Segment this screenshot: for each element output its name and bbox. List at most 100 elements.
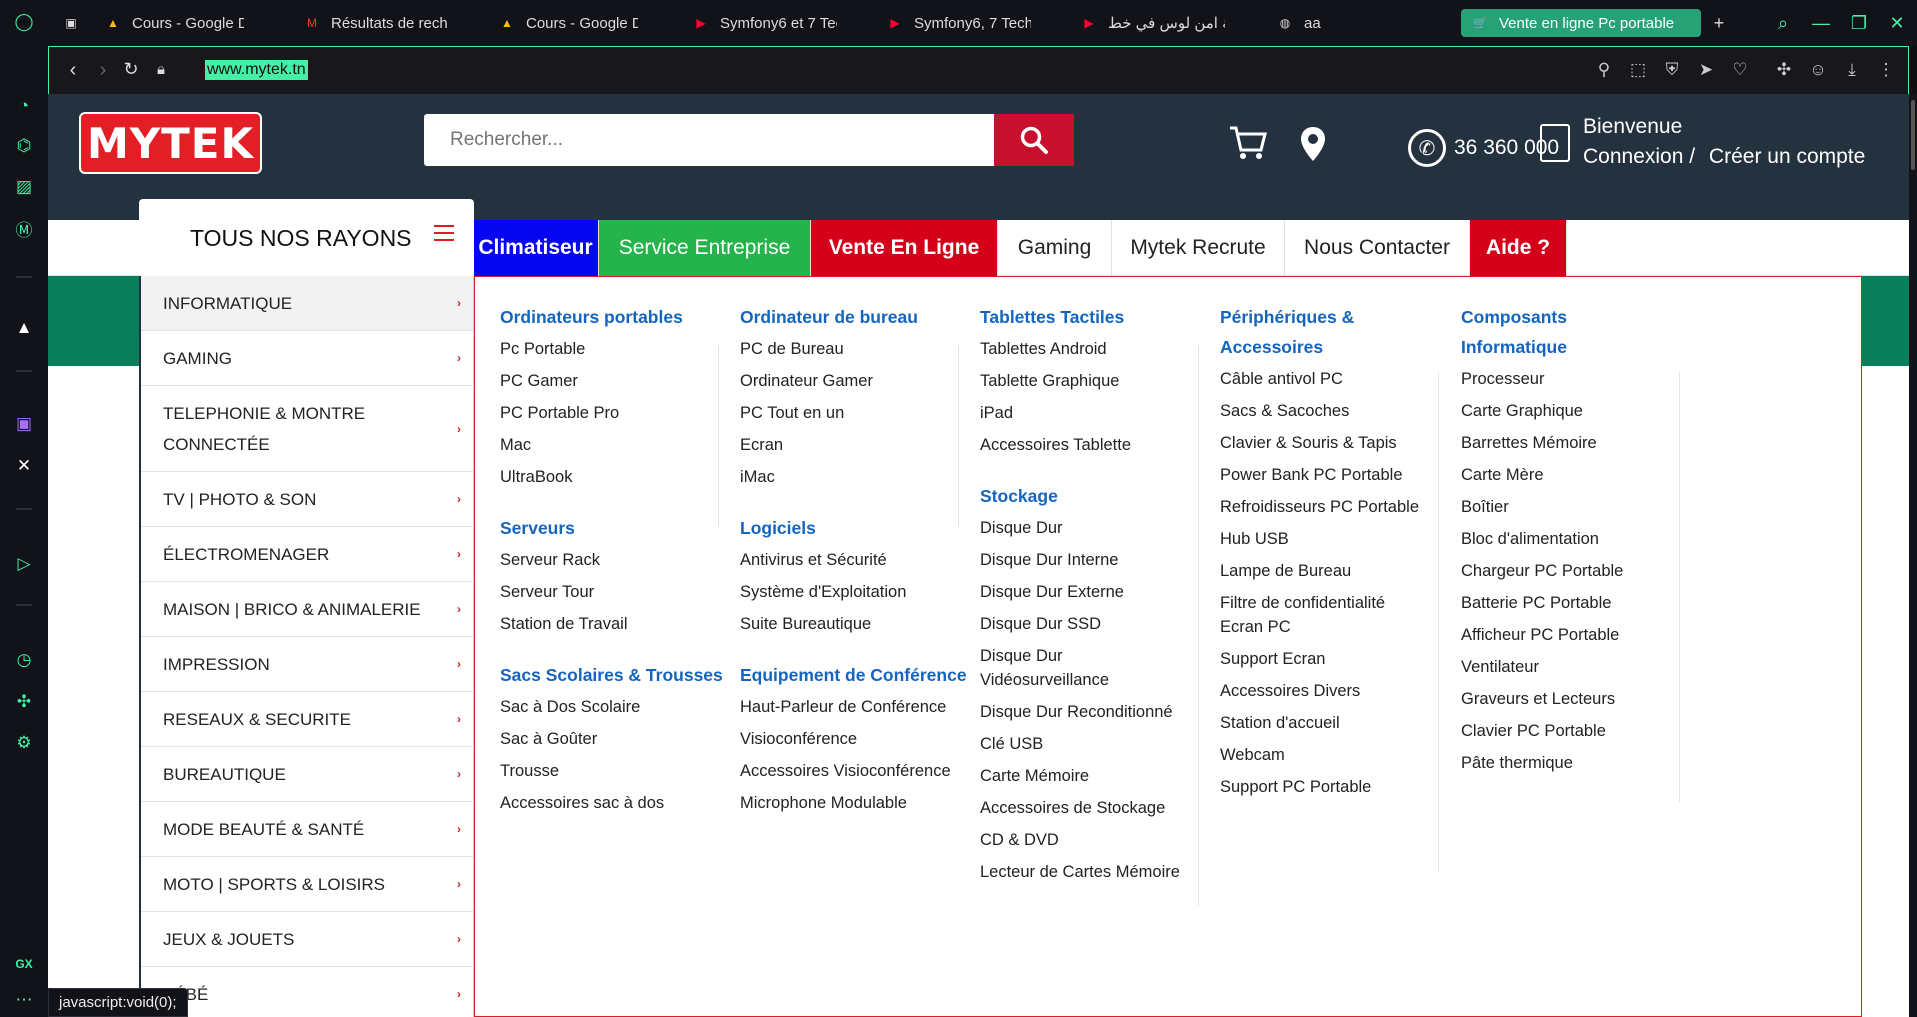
menu-tab-vente-en-ligne[interactable]: Vente En Ligne	[811, 220, 998, 276]
rayon-item[interactable]: RESEAUX & SECURITE ›	[141, 692, 473, 747]
history-icon[interactable]: ◷	[12, 648, 36, 672]
subcategory-link[interactable]: Batterie PC Portable	[1461, 587, 1691, 619]
heart-icon[interactable]: ♡	[1729, 60, 1751, 80]
subcategory-link[interactable]: Accessoires de Stockage	[980, 792, 1210, 824]
subcategory-link[interactable]: Disque Dur	[980, 512, 1210, 544]
subcategory-link[interactable]: Sacs & Sacoches	[1220, 395, 1450, 427]
mytek-logo[interactable]: MYTEK	[79, 112, 262, 174]
subcategory-link[interactable]: Bloc d'alimentation	[1461, 523, 1691, 555]
subcategory-link[interactable]: UltraBook	[500, 461, 730, 493]
subcategory-link[interactable]: Carte Mère	[1461, 459, 1691, 491]
rayon-item[interactable]: BÉBÉ›	[141, 967, 473, 1017]
send-icon[interactable]: ➤	[1695, 60, 1717, 80]
rayon-item[interactable]: IMPRESSION ›	[141, 637, 473, 692]
menu-tab-climatiseur[interactable]: Climatiseur	[473, 220, 599, 276]
settings-icon[interactable]: ⚙	[12, 731, 36, 755]
reload-button[interactable]: ↻	[119, 59, 143, 80]
subcategory-link[interactable]: Microphone Modulable	[740, 787, 970, 819]
subcategory-link[interactable]: Tablette Graphique	[980, 365, 1210, 397]
category-link[interactable]: Sacs Scolaires & Trousses	[500, 660, 730, 690]
subcategory-link[interactable]: Carte Graphique	[1461, 395, 1691, 427]
subcategory-link[interactable]: iMac	[740, 461, 970, 493]
gx-corner-icon[interactable]: ▨	[12, 175, 36, 199]
search-icon[interactable]: ⌕	[1770, 10, 1796, 36]
gx-cleaner-icon[interactable]: ⌬	[12, 134, 36, 158]
page-scrollbar[interactable]	[1909, 94, 1917, 1017]
profile-icon[interactable]: ☺	[1807, 60, 1829, 80]
category-link[interactable]: Logiciels	[740, 513, 970, 543]
subcategory-link[interactable]: Ecran	[740, 429, 970, 461]
register-link[interactable]: Créer un compte	[1709, 145, 1865, 168]
close-window-button[interactable]: ✕	[1884, 10, 1910, 36]
player-icon[interactable]: ▷	[12, 552, 36, 576]
twitch-icon[interactable]: ▣	[12, 412, 36, 436]
rayon-item[interactable]: BUREAUTIQUE ›	[141, 747, 473, 802]
subcategory-link[interactable]: Disque Dur Reconditionné	[980, 696, 1210, 728]
subcategory-link[interactable]: Pâte thermique	[1461, 747, 1691, 779]
subcategory-link[interactable]: Graveurs et Lecteurs	[1461, 683, 1691, 715]
rayons-header[interactable]: TOUS NOS RAYONS	[139, 199, 474, 276]
gx-mods-icon[interactable]: Ⓜ	[12, 216, 36, 240]
x-icon[interactable]: ✕	[12, 454, 36, 478]
subcategory-link[interactable]: Trousse	[500, 755, 730, 787]
subcategory-link[interactable]: Support PC Portable	[1220, 771, 1450, 803]
category-link[interactable]: Périphériques & Accessoires	[1220, 302, 1390, 362]
maximize-button[interactable]: ❐	[1846, 10, 1872, 36]
browser-tab[interactable]: ▶Symfony6 et 7 Tech	[692, 9, 837, 37]
subcategory-link[interactable]: Pc Portable	[500, 333, 730, 365]
subcategory-link[interactable]: Station de Travail	[500, 608, 730, 640]
gx-control-icon[interactable]: ◔	[12, 94, 36, 118]
subcategory-link[interactable]: PC Tout en un	[740, 397, 970, 429]
category-link[interactable]: Tablettes Tactiles	[980, 302, 1210, 332]
download-icon[interactable]: ⤓	[1841, 60, 1863, 80]
rayon-item[interactable]: GAMING ›	[141, 331, 473, 386]
rayon-item[interactable]: TV | PHOTO & SON ›	[141, 472, 473, 527]
subcategory-link[interactable]: Tablettes Android	[980, 333, 1210, 365]
category-link[interactable]: Composants Informatique	[1461, 302, 1611, 362]
subcategory-link[interactable]: Carte Mémoire	[980, 760, 1210, 792]
rayon-item[interactable]: MOTO | SPORTS & LOISIRS ›	[141, 857, 473, 912]
extensions-icon[interactable]: ✣	[12, 690, 36, 714]
subcategory-link[interactable]: Chargeur PC Portable	[1461, 555, 1691, 587]
subcategory-link[interactable]: Disque Dur Vidéosurveillance	[980, 640, 1180, 696]
subcategory-link[interactable]: PC de Bureau	[740, 333, 970, 365]
rayon-item[interactable]: TELEPHONIE & MONTRE CONNECTÉE ›	[141, 386, 473, 472]
subcategory-link[interactable]: Station d'accueil	[1220, 707, 1450, 739]
pin-icon[interactable]: ⚲	[1593, 60, 1615, 80]
browser-tab[interactable]: ◍ aa	[1276, 9, 1376, 37]
menu-tab-aide[interactable]: Aide ?	[1470, 220, 1567, 276]
category-link[interactable]: Ordinateurs portables	[500, 302, 730, 332]
subcategory-link[interactable]: Système d'Exploitation	[740, 576, 970, 608]
subcategory-link[interactable]: Accessoires sac à dos	[500, 787, 730, 819]
subcategory-link[interactable]: Suite Bureautique	[740, 608, 970, 640]
phone-contact[interactable]: ✆ 36 360 000	[1408, 129, 1559, 167]
subcategory-link[interactable]: PC Gamer	[500, 365, 730, 397]
tab-island-icon[interactable]: ▣	[62, 9, 84, 37]
more-icon[interactable]: ⋯	[12, 988, 36, 1012]
search-button[interactable]	[994, 114, 1074, 166]
browser-tab[interactable]: ▶ Symfony6, 7 Techw	[886, 9, 1031, 37]
subcategory-link[interactable]: Lecteur de Cartes Mémoire	[980, 856, 1210, 888]
subcategory-link[interactable]: Accessoires Divers	[1220, 675, 1450, 707]
rayon-item[interactable]: ÉLECTROMENAGER ›	[141, 527, 473, 582]
subcategory-link[interactable]: Serveur Rack	[500, 544, 730, 576]
new-tab-button[interactable]: +	[1706, 10, 1732, 36]
subcategory-link[interactable]: Clavier PC Portable	[1461, 715, 1691, 747]
subcategory-link[interactable]: Ventilateur	[1461, 651, 1691, 683]
browser-tab[interactable]: MRésultats de recherche	[303, 9, 448, 37]
subcategory-link[interactable]: Ordinateur Gamer	[740, 365, 970, 397]
category-link[interactable]: Ordinateur de bureau	[740, 302, 970, 332]
subcategory-link[interactable]: Barrettes Mémoire	[1461, 427, 1691, 459]
subcategory-link[interactable]: PC Portable Pro	[500, 397, 730, 429]
shield-icon[interactable]: ⛨	[1661, 60, 1683, 80]
menu-tab-gaming[interactable]: Gaming	[998, 220, 1112, 276]
subcategory-link[interactable]: Disque Dur SSD	[980, 608, 1210, 640]
subcategory-link[interactable]: Clavier & Souris & Tapis	[1220, 427, 1450, 459]
subcategory-link[interactable]: iPad	[980, 397, 1210, 429]
arc-icon[interactable]: ▲	[12, 316, 36, 340]
location-pin-icon[interactable]	[1300, 126, 1326, 171]
subcategory-link[interactable]: Accessoires Visioconférence	[740, 755, 970, 787]
menu-tab-nous-contacter[interactable]: Nous Contacter	[1285, 220, 1470, 276]
menu-dots-icon[interactable]: ⋮	[1875, 60, 1897, 80]
back-button[interactable]: ‹	[61, 59, 85, 82]
